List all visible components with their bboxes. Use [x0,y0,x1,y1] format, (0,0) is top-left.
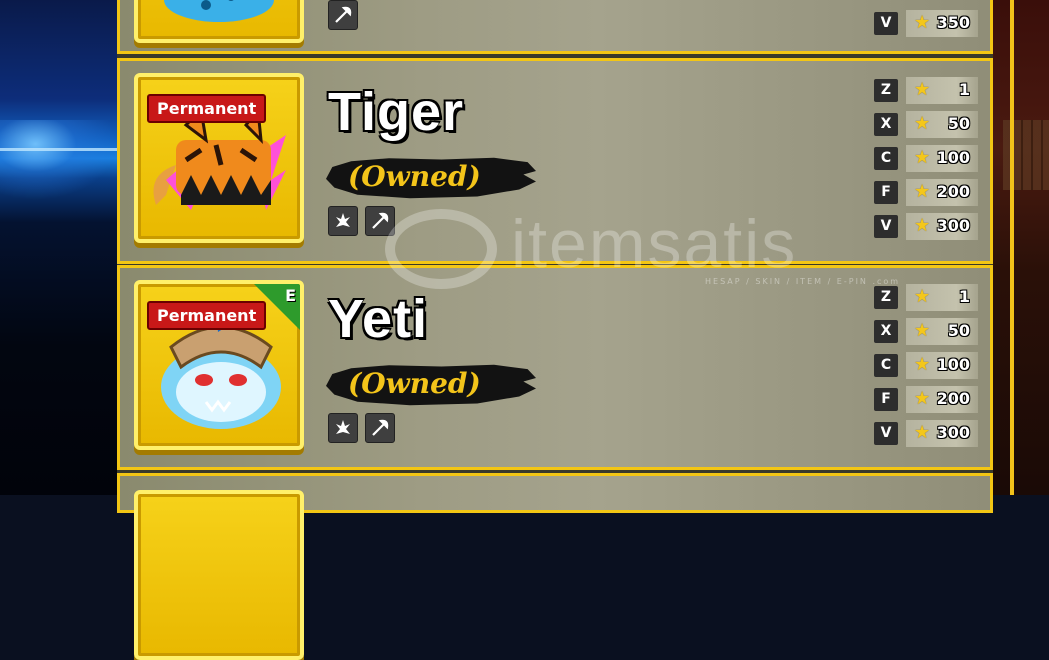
star-icon: ★ [914,12,931,33]
background-sky-left [0,0,118,495]
skill-icons [328,413,397,443]
fruit-icon [328,413,358,443]
mastery-value: 200 [936,389,970,408]
move-key: F [874,181,898,204]
mastery-requirement: ★ 300 [906,213,978,240]
fruit-icon-box [134,0,304,43]
rarity-letter: E [285,286,296,305]
fruit-row-yeti[interactable]: E Permanent Yeti (Owned) Z ★ 1 X ★ 50 C … [117,265,993,470]
move-key: C [874,147,898,170]
mastery-value: 350 [936,13,970,32]
owned-status: (Owned) [348,160,481,193]
mastery-requirement: ★ 50 [906,111,978,138]
mastery-requirement: ★ 300 [906,420,978,447]
owned-label: (Owned) [326,153,536,203]
mastery-value: 100 [936,355,970,374]
mastery-requirement: ★ 350 [906,10,978,37]
owned-label: (Owned) [326,360,536,410]
fruit-icon-box [134,490,304,660]
move-key: Z [874,286,898,309]
skill-icons [328,0,360,30]
move-key: X [874,320,898,343]
star-icon: ★ [914,286,931,307]
mastery-value: 300 [936,423,970,442]
star-icon: ★ [914,388,931,409]
sword-icon [365,206,396,236]
fruit-image [164,0,274,22]
fruit-row-next[interactable] [117,473,993,660]
star-icon: ★ [914,354,931,375]
mastery-value: 300 [936,216,970,235]
mastery-value: 50 [947,321,970,340]
star-icon: ★ [914,215,931,236]
fruit-row-previous[interactable]: V ★ 350 [117,0,993,54]
mastery-value: 1 [958,80,970,99]
fruit-icon-box[interactable]: E Permanent [134,280,304,450]
mastery-value: 100 [936,148,970,167]
move-key: C [874,354,898,377]
sword-icon [328,0,358,30]
fruit-name: Yeti [328,289,429,349]
move-key: V [874,215,898,238]
fruit-icon-box[interactable]: Permanent [134,73,304,243]
frame-edge [1010,0,1014,495]
star-icon: ★ [914,79,931,100]
fruit-list-panel[interactable]: V ★ 350 Permanent Tiger (Owned) Z ★ 1 X … [117,0,993,660]
mastery-value: 50 [947,114,970,133]
move-key: X [874,113,898,136]
sword-icon [365,413,396,443]
mastery-requirement: ★ 100 [906,145,978,172]
mastery-value: 1 [958,287,970,306]
star-icon: ★ [914,113,931,134]
water-glow [0,120,118,200]
horizon-strip [0,148,118,151]
fruit-row-tiger[interactable]: Permanent Tiger (Owned) Z ★ 1 X ★ 50 C ★… [117,58,993,264]
mastery-requirement: ★ 100 [906,352,978,379]
move-key: Z [874,79,898,102]
move-key: F [874,388,898,411]
star-icon: ★ [914,181,931,202]
fruit-name: Tiger [328,82,465,142]
mastery-requirement: ★ 1 [906,77,978,104]
star-icon: ★ [914,320,931,341]
permanent-badge: Permanent [147,301,267,330]
background-scene-right [993,0,1049,495]
fruit-icon [328,206,358,236]
mastery-requirement: ★ 200 [906,179,978,206]
star-icon: ★ [914,422,931,443]
mastery-requirement: ★ 200 [906,386,978,413]
mastery-requirement: ★ 50 [906,318,978,345]
skill-icons [328,206,397,236]
mastery-value: 200 [936,182,970,201]
owned-status: (Owned) [348,367,481,400]
mastery-requirement: ★ 1 [906,284,978,311]
permanent-badge: Permanent [147,94,267,123]
move-key: V [874,422,898,445]
star-icon: ★ [914,147,931,168]
move-key: V [874,12,898,35]
